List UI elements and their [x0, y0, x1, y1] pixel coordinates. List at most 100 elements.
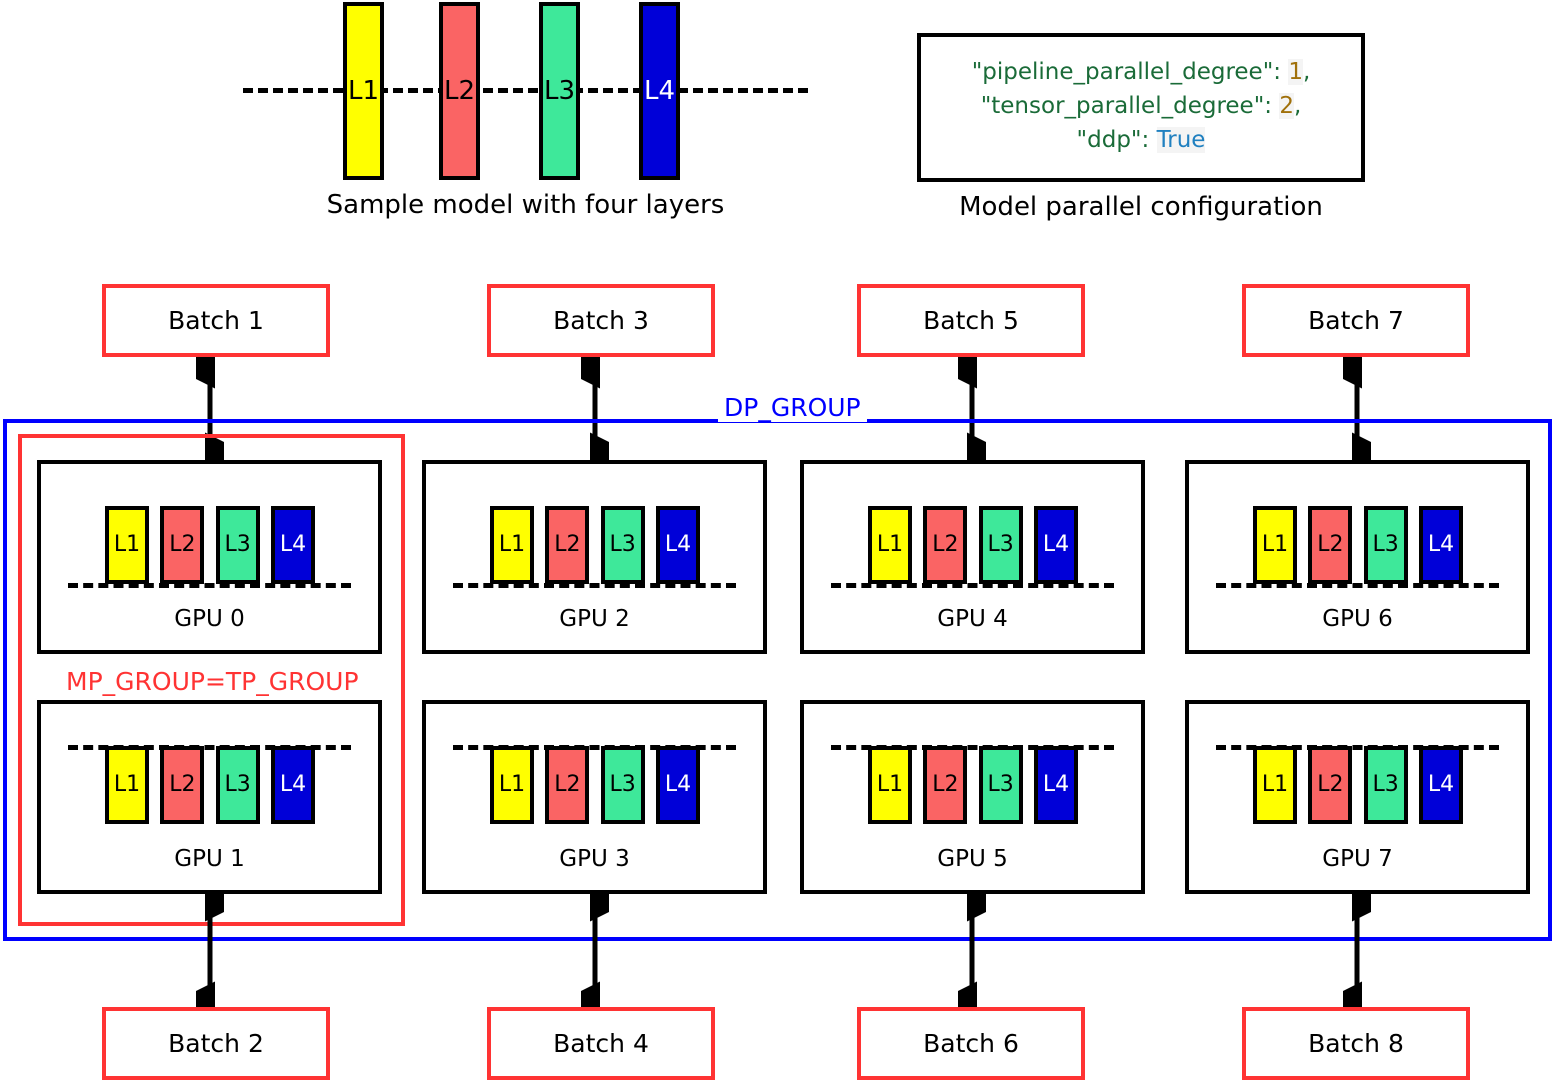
arrow-gpu1-batch2: [196, 890, 224, 1012]
batch-label: Batch 6: [923, 1029, 1019, 1058]
gpu-layer-block-l1: L1: [1253, 746, 1297, 824]
gpu-layer-strip: L1 L2 L3 L4: [868, 506, 1078, 584]
gpu-layer-label: L1: [113, 532, 141, 557]
gpu-layer-block-l4: L4: [1418, 746, 1463, 824]
gpu-layer-block-l1: L1: [490, 506, 534, 584]
config-value: 1: [1288, 59, 1303, 85]
batch-label: Batch 3: [553, 306, 649, 335]
model-layer-label: L4: [643, 76, 676, 106]
gpu-layer-label: L4: [664, 772, 692, 797]
gpu-layer-label: L1: [498, 532, 526, 557]
config-separator: :: [1141, 127, 1157, 153]
gpu-layer-label: L2: [1317, 772, 1344, 797]
diagram-canvas: L1 L2 L3 L4 Sample model with four layer…: [0, 0, 1564, 1086]
arrow-gpu3-batch4: [581, 890, 609, 1012]
gpu-layer-block-l2: L2: [923, 506, 968, 584]
gpu-panel-3: L1 L2 L3 L4 GPU 3: [422, 700, 767, 894]
gpu-layer-label: L3: [609, 532, 636, 557]
gpu-layer-block-l1: L1: [105, 506, 149, 584]
gpu-layer-block-l2: L2: [545, 506, 590, 584]
gpu-layer-block-l2: L2: [545, 746, 590, 824]
config-separator: :: [1273, 59, 1289, 85]
gpu-layer-block-l3: L3: [978, 746, 1023, 824]
batch-label: Batch 8: [1308, 1029, 1404, 1058]
gpu-panel-7: L1 L2 L3 L4 GPU 7: [1185, 700, 1530, 894]
gpu-layer-block-l1: L1: [868, 506, 912, 584]
gpu-layer-label: L1: [876, 532, 904, 557]
gpu-panel-2: L1 L2 L3 L4 GPU 2: [422, 460, 767, 654]
gpu-layer-label: L3: [224, 772, 251, 797]
gpu-panel-1: L1 L2 L3 L4 GPU 1: [37, 700, 382, 894]
gpu-layer-block-l2: L2: [160, 746, 205, 824]
config-key: "tensor_parallel_degree": [980, 93, 1265, 119]
gpu-layer-label: L2: [169, 772, 196, 797]
batch-label: Batch 7: [1308, 306, 1404, 335]
gpu-layer-strip: L1 L2 L3 L4: [868, 746, 1078, 824]
config-value: True: [1156, 127, 1206, 153]
gpu-layer-label: L2: [554, 532, 581, 557]
sample-model-caption: Sample model with four layers: [326, 190, 725, 220]
gpu-layer-strip: L1 L2 L3 L4: [490, 506, 700, 584]
gpu-layer-label: L3: [1372, 772, 1399, 797]
gpu-layer-block-l2: L2: [1308, 506, 1353, 584]
config-line-pipeline: "pipeline_parallel_degree": 1,: [917, 55, 1365, 89]
batch-box-2: Batch 2: [102, 1007, 330, 1080]
gpu-layer-strip: L1 L2 L3 L4: [1253, 506, 1463, 584]
gpu-layer-block-l4: L4: [1418, 506, 1463, 584]
gpu-name-label: GPU 3: [559, 846, 630, 872]
gpu-layer-label: L1: [1261, 532, 1289, 557]
gpu-panel-6: L1 L2 L3 L4 GPU 6: [1185, 460, 1530, 654]
gpu-layer-label: L4: [664, 532, 692, 557]
batch-label: Batch 4: [553, 1029, 649, 1058]
batch-box-4: Batch 4: [487, 1007, 715, 1080]
gpu-layer-block-l2: L2: [160, 506, 205, 584]
batch-label: Batch 5: [923, 306, 1019, 335]
gpu-layer-label: L3: [987, 772, 1014, 797]
config-line-ddp: "ddp": True: [917, 123, 1365, 157]
gpu-layer-label: L1: [498, 772, 526, 797]
gpu-layer-label: L4: [279, 772, 307, 797]
dp-group-label: DP_GROUP: [718, 393, 867, 422]
model-layer-label: L1: [347, 76, 380, 106]
gpu-layer-strip: L1 L2 L3 L4: [1253, 746, 1463, 824]
gpu-layer-label: L3: [224, 532, 251, 557]
gpu-layer-block-l4: L4: [1033, 746, 1078, 824]
gpu-name-label: GPU 7: [1322, 846, 1393, 872]
gpu-layer-label: L2: [932, 532, 959, 557]
batch-box-8: Batch 8: [1242, 1007, 1470, 1080]
model-layer-label: L3: [543, 76, 576, 106]
model-layer-block-l4: L4: [639, 2, 680, 180]
gpu-layer-block-l3: L3: [215, 746, 260, 824]
gpu-layer-block-l1: L1: [490, 746, 534, 824]
gpu-layer-strip: L1 L2 L3 L4: [105, 746, 315, 824]
gpu-layer-block-l2: L2: [923, 746, 968, 824]
gpu-layer-block-l4: L4: [655, 746, 700, 824]
gpu-layer-block-l3: L3: [600, 506, 645, 584]
batch-box-5: Batch 5: [857, 284, 1085, 357]
config-separator: :: [1264, 93, 1280, 119]
gpu-layer-block-l4: L4: [270, 746, 315, 824]
gpu-layer-label: L4: [1427, 532, 1455, 557]
batch-box-6: Batch 6: [857, 1007, 1085, 1080]
gpu-layer-label: L2: [169, 532, 196, 557]
gpu-layer-label: L4: [279, 532, 307, 557]
gpu-layer-label: L3: [1372, 532, 1399, 557]
config-line-tensor: "tensor_parallel_degree": 2,: [917, 89, 1365, 123]
gpu-name-label: GPU 6: [1322, 606, 1393, 632]
gpu-layer-strip: L1 L2 L3 L4: [490, 746, 700, 824]
config-key: "ddp": [1076, 127, 1142, 153]
config-comma: ,: [1302, 59, 1311, 85]
arrow-gpu5-batch6: [958, 890, 986, 1012]
mp-tp-group-label: MP_GROUP=TP_GROUP: [62, 667, 363, 696]
gpu-layer-label: L4: [1427, 772, 1455, 797]
config-code-text: "pipeline_parallel_degree": 1, "tensor_p…: [917, 55, 1365, 157]
batch-label: Batch 2: [168, 1029, 264, 1058]
batch-box-7: Batch 7: [1242, 284, 1470, 357]
batch-box-3: Batch 3: [487, 284, 715, 357]
model-layer-block-l1: L1: [343, 2, 384, 180]
arrow-gpu7-batch8: [1343, 890, 1371, 1012]
gpu-layer-label: L4: [1042, 532, 1070, 557]
gpu-name-label: GPU 4: [937, 606, 1008, 632]
gpu-layer-label: L1: [113, 772, 141, 797]
gpu-layer-block-l3: L3: [1363, 506, 1408, 584]
